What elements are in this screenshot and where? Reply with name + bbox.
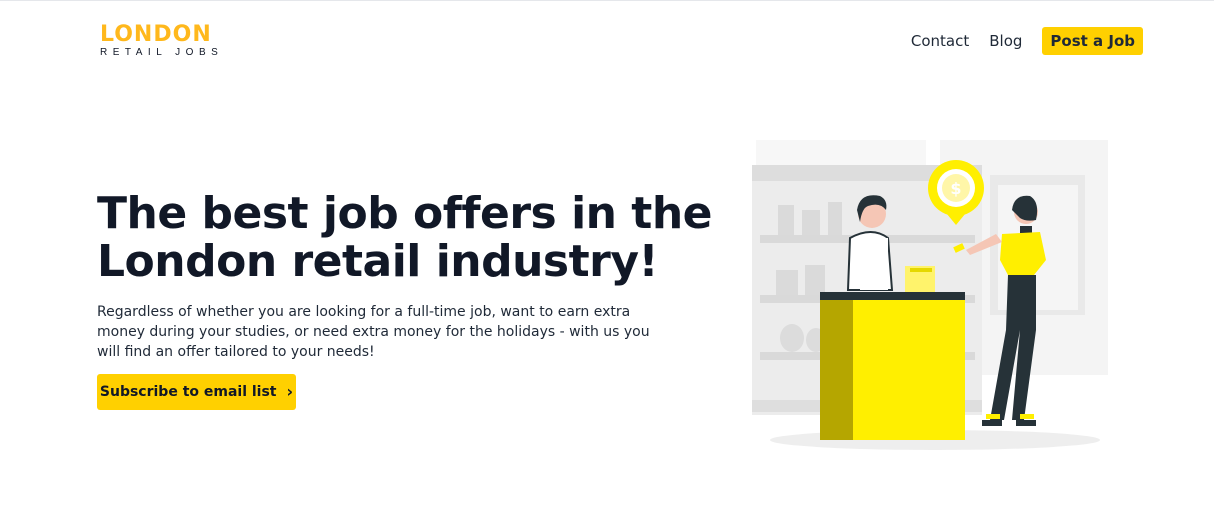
shelf-item — [828, 202, 842, 235]
main-nav: Contact Blog Post a Job — [911, 27, 1143, 55]
hero-description: Regardless of whether you are looking fo… — [97, 304, 650, 360]
top-border — [0, 0, 1214, 1]
cashier-apron — [860, 238, 888, 290]
customer-sock — [986, 414, 1000, 419]
logo-title: LONDON — [100, 22, 212, 47]
nav-blog-link[interactable]: Blog — [989, 27, 1022, 55]
counter-top — [820, 292, 965, 300]
hero-illustration: $ — [752, 140, 1108, 450]
shelf-item — [778, 205, 794, 235]
subscribe-button-label: Subscribe to email list — [99, 384, 277, 400]
site-logo[interactable]: LONDON RETAIL JOBS — [100, 22, 240, 59]
nav-contact-link[interactable]: Contact — [911, 27, 969, 55]
shelf-item — [805, 265, 825, 295]
shelf-bottle — [780, 324, 804, 352]
customer-shoe — [982, 420, 1002, 426]
register-screen — [910, 268, 932, 272]
customer-sock — [1020, 414, 1034, 419]
logo-subtitle: RETAIL JOBS — [100, 47, 224, 58]
shelf-item — [802, 210, 820, 235]
subscribe-button[interactable]: Subscribe to email list › — [97, 374, 296, 410]
post-job-button[interactable]: Post a Job — [1042, 27, 1143, 55]
hero-title: The best job offers in the London retail… — [97, 188, 713, 287]
counter-side — [820, 300, 853, 440]
chevron-right-icon: › — [286, 382, 294, 401]
customer-shirt — [1000, 232, 1046, 275]
dollar-symbol: $ — [950, 179, 961, 198]
shelf-item — [776, 270, 798, 295]
customer-shoe — [1016, 420, 1036, 426]
